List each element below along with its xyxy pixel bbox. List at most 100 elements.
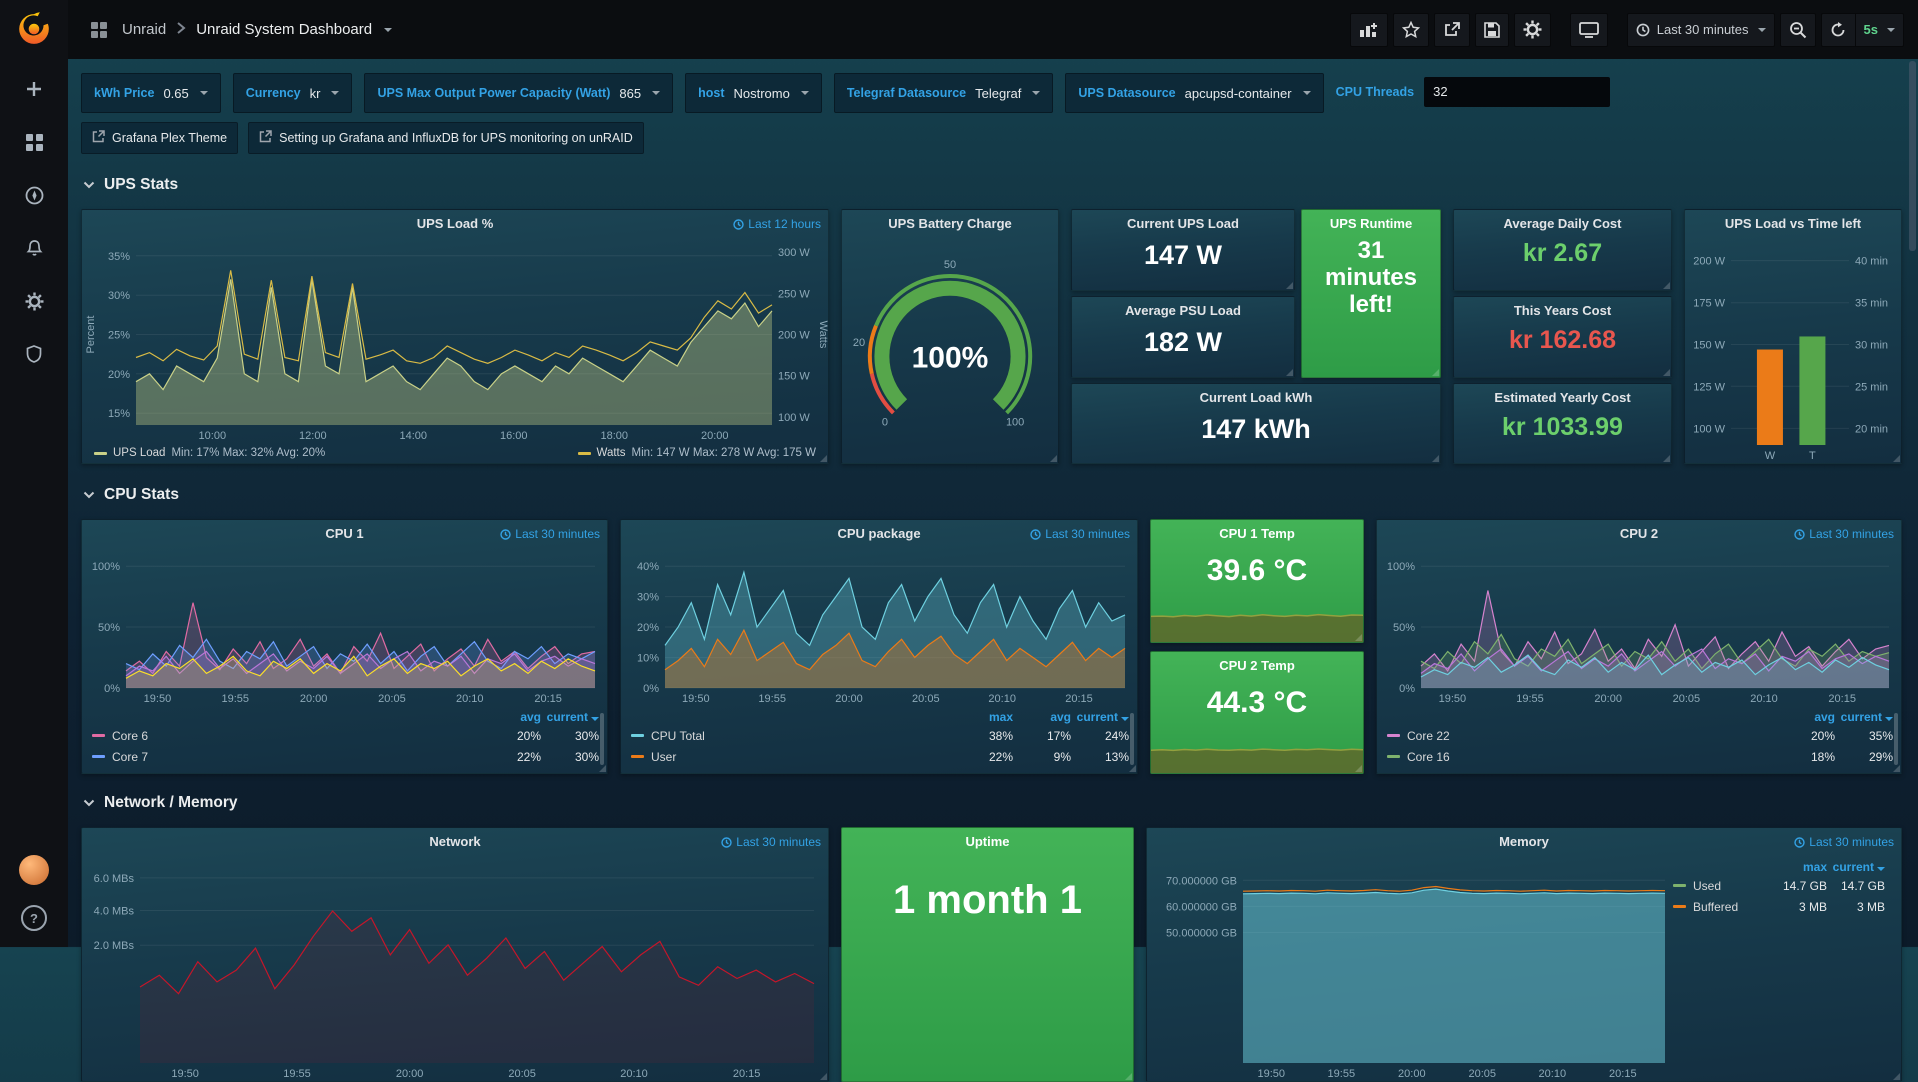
configuration-gear-icon[interactable] xyxy=(21,288,47,314)
legend-column-header[interactable]: max xyxy=(1769,860,1827,874)
ups-load-vs-time-chart[interactable]: 100 W125 W150 W175 W200 W20 min25 min30 … xyxy=(1685,236,1901,463)
variable-telegraf-datasource[interactable]: Telegraf Datasource Telegraf xyxy=(834,73,1054,113)
breadcrumb-app[interactable]: Unraid xyxy=(122,21,166,38)
variable-value: apcupsd-container xyxy=(1185,86,1292,101)
panel-ups-battery-charge: UPS Battery Charge 02050100100% xyxy=(841,209,1059,464)
legend-row[interactable]: User22%9%13% xyxy=(631,746,1129,767)
refresh-interval-picker[interactable]: 5s xyxy=(1855,13,1904,47)
cpu-2-chart[interactable]: 0%50%100%19:5019:5520:0020:0520:1020:15 xyxy=(1377,546,1901,706)
legend-row[interactable]: Core 2220%35% xyxy=(1387,725,1893,746)
legend-column-header[interactable]: avg xyxy=(1013,710,1071,724)
network-chart[interactable]: 2.0 MBs4.0 MBs6.0 MBs19:5019:5520:0020:0… xyxy=(82,854,828,1081)
panel-title[interactable]: Average Daily Cost xyxy=(1454,216,1671,231)
legend-item[interactable]: WattsMin: 147 W Max: 278 W Avg: 175 W xyxy=(578,447,816,459)
cpu-1-chart[interactable]: 0%50%100%19:5019:5520:0020:0520:1020:15 xyxy=(82,546,607,706)
svg-text:20:10: 20:10 xyxy=(456,693,484,705)
legend-row[interactable]: Core 722%30% xyxy=(92,746,599,767)
panel-title[interactable]: UPS Battery Charge xyxy=(842,216,1058,231)
variable-label: Telegraf Datasource xyxy=(847,86,966,100)
apps-grid-icon[interactable] xyxy=(86,17,112,43)
section-ups-stats[interactable]: UPS Stats xyxy=(83,174,1902,196)
panel-title[interactable]: UPS Runtime xyxy=(1302,216,1440,231)
panel-title[interactable]: CPU 2 Temp xyxy=(1151,658,1363,673)
svg-text:Watts: Watts xyxy=(817,321,828,349)
variable-kwh-price[interactable]: kWh Price 0.65 xyxy=(81,73,221,113)
explore-compass-icon[interactable] xyxy=(21,182,47,208)
star-dashboard-button[interactable] xyxy=(1393,13,1429,47)
panel-title[interactable]: Average PSU Load xyxy=(1072,303,1294,318)
ups-battery-gauge[interactable]: 02050100100% xyxy=(842,236,1058,463)
svg-text:19:55: 19:55 xyxy=(758,693,786,705)
refresh-control: 5s xyxy=(1821,13,1904,47)
time-badge-label: Last 30 minutes xyxy=(1809,527,1894,541)
variable-ups-datasource[interactable]: UPS Datasource apcupsd-container xyxy=(1065,73,1323,113)
variable-currency[interactable]: Currency kr xyxy=(233,73,353,113)
dashboards-icon[interactable] xyxy=(21,129,47,155)
panel-title[interactable]: Current Load kWh xyxy=(1072,390,1440,405)
share-dashboard-button[interactable] xyxy=(1434,13,1470,47)
legend-row[interactable]: Core 1618%29% xyxy=(1387,746,1893,767)
cpu-package-chart[interactable]: 0%10%20%30%40%19:5019:5520:0020:0520:102… xyxy=(621,546,1137,706)
legend-scrollbar[interactable] xyxy=(600,713,604,765)
panel-title[interactable]: Network xyxy=(82,834,828,849)
server-admin-shield-icon[interactable] xyxy=(21,341,47,367)
zoom-out-button[interactable] xyxy=(1780,13,1816,47)
legend-column-header[interactable]: current xyxy=(1827,860,1885,874)
svg-text:30 min: 30 min xyxy=(1855,340,1888,352)
panel-title[interactable]: This Years Cost xyxy=(1454,303,1671,318)
panel-title[interactable]: Memory xyxy=(1147,834,1901,849)
panel-title[interactable]: Estimated Yearly Cost xyxy=(1454,390,1671,405)
legend-column-header[interactable]: avg xyxy=(1777,710,1835,724)
legend-column-header[interactable]: max xyxy=(955,710,1013,724)
stat-value: 1 month 1 xyxy=(842,878,1133,923)
time-range-badge: Last 30 minutes xyxy=(1030,527,1130,541)
memory-chart[interactable]: 50.000000 GB60.000000 GB70.000000 GB19:5… xyxy=(1147,854,1679,1081)
legend-column-header[interactable]: current xyxy=(1071,710,1129,724)
ups-load-chart[interactable]: 15%20%25%30%35%100 W150 W200 W250 W300 W… xyxy=(82,236,828,443)
variable-ups-max-output[interactable]: UPS Max Output Power Capacity (Watt) 865 xyxy=(364,73,673,113)
dashboard-settings-button[interactable] xyxy=(1514,13,1551,47)
time-badge-label: Last 30 minutes xyxy=(1045,527,1130,541)
alerting-bell-icon[interactable] xyxy=(21,235,47,261)
variable-value: 865 xyxy=(619,86,641,101)
legend-row[interactable]: Used14.7 GB14.7 GB xyxy=(1673,875,1885,896)
legend-row[interactable]: CPU Total38%17%24% xyxy=(631,725,1129,746)
link-ups-monitoring-guide[interactable]: Setting up Grafana and InfluxDB for UPS … xyxy=(248,122,644,154)
section-network-memory[interactable]: Network / Memory xyxy=(83,792,1902,814)
legend-scrollbar[interactable] xyxy=(1894,713,1898,765)
panel-title[interactable]: CPU 1 Temp xyxy=(1151,526,1363,541)
panel-title[interactable]: Current UPS Load xyxy=(1072,216,1294,231)
tv-mode-button[interactable] xyxy=(1570,13,1608,47)
legend-column-header[interactable]: current xyxy=(541,710,599,724)
user-avatar[interactable] xyxy=(19,855,49,885)
series-swatch xyxy=(1673,884,1686,887)
legend-row[interactable]: Core 620%30% xyxy=(92,725,599,746)
time-range-picker[interactable]: Last 30 minutes xyxy=(1627,13,1775,47)
legend-scrollbar[interactable] xyxy=(1130,713,1134,765)
link-grafana-plex-theme[interactable]: Grafana Plex Theme xyxy=(81,122,238,154)
dashboard-title[interactable]: Unraid System Dashboard xyxy=(196,21,372,38)
panel-title[interactable]: UPS Load % xyxy=(82,216,828,231)
create-plus-icon[interactable] xyxy=(21,76,47,102)
save-dashboard-button[interactable] xyxy=(1475,13,1509,47)
section-cpu-stats[interactable]: CPU Stats xyxy=(83,484,1902,506)
help-icon[interactable]: ? xyxy=(21,905,47,931)
section-title: UPS Stats xyxy=(104,176,178,194)
page-scrollbar-thumb[interactable] xyxy=(1909,61,1916,251)
time-badge-label: Last 12 hours xyxy=(748,217,821,231)
panel-title[interactable]: Uptime xyxy=(842,834,1133,849)
variable-host[interactable]: host Nostromo xyxy=(685,73,822,113)
cpu-threads-input[interactable]: 32 xyxy=(1424,77,1610,107)
legend-item[interactable]: UPS LoadMin: 17% Max: 32% Avg: 20% xyxy=(94,447,325,459)
legend-column-header[interactable]: avg xyxy=(483,710,541,724)
grafana-logo-icon[interactable] xyxy=(16,11,52,52)
add-panel-button[interactable] xyxy=(1350,13,1388,47)
legend-column-header[interactable]: current xyxy=(1835,710,1893,724)
section-title: CPU Stats xyxy=(104,486,179,504)
refresh-button[interactable] xyxy=(1821,13,1855,47)
svg-text:150 W: 150 W xyxy=(1693,340,1725,352)
panel-title[interactable]: UPS Load vs Time left xyxy=(1685,216,1901,231)
svg-text:20%: 20% xyxy=(637,622,659,634)
caret-down-icon[interactable] xyxy=(384,28,392,32)
legend-row[interactable]: Buffered3 MB3 MB xyxy=(1673,896,1885,917)
